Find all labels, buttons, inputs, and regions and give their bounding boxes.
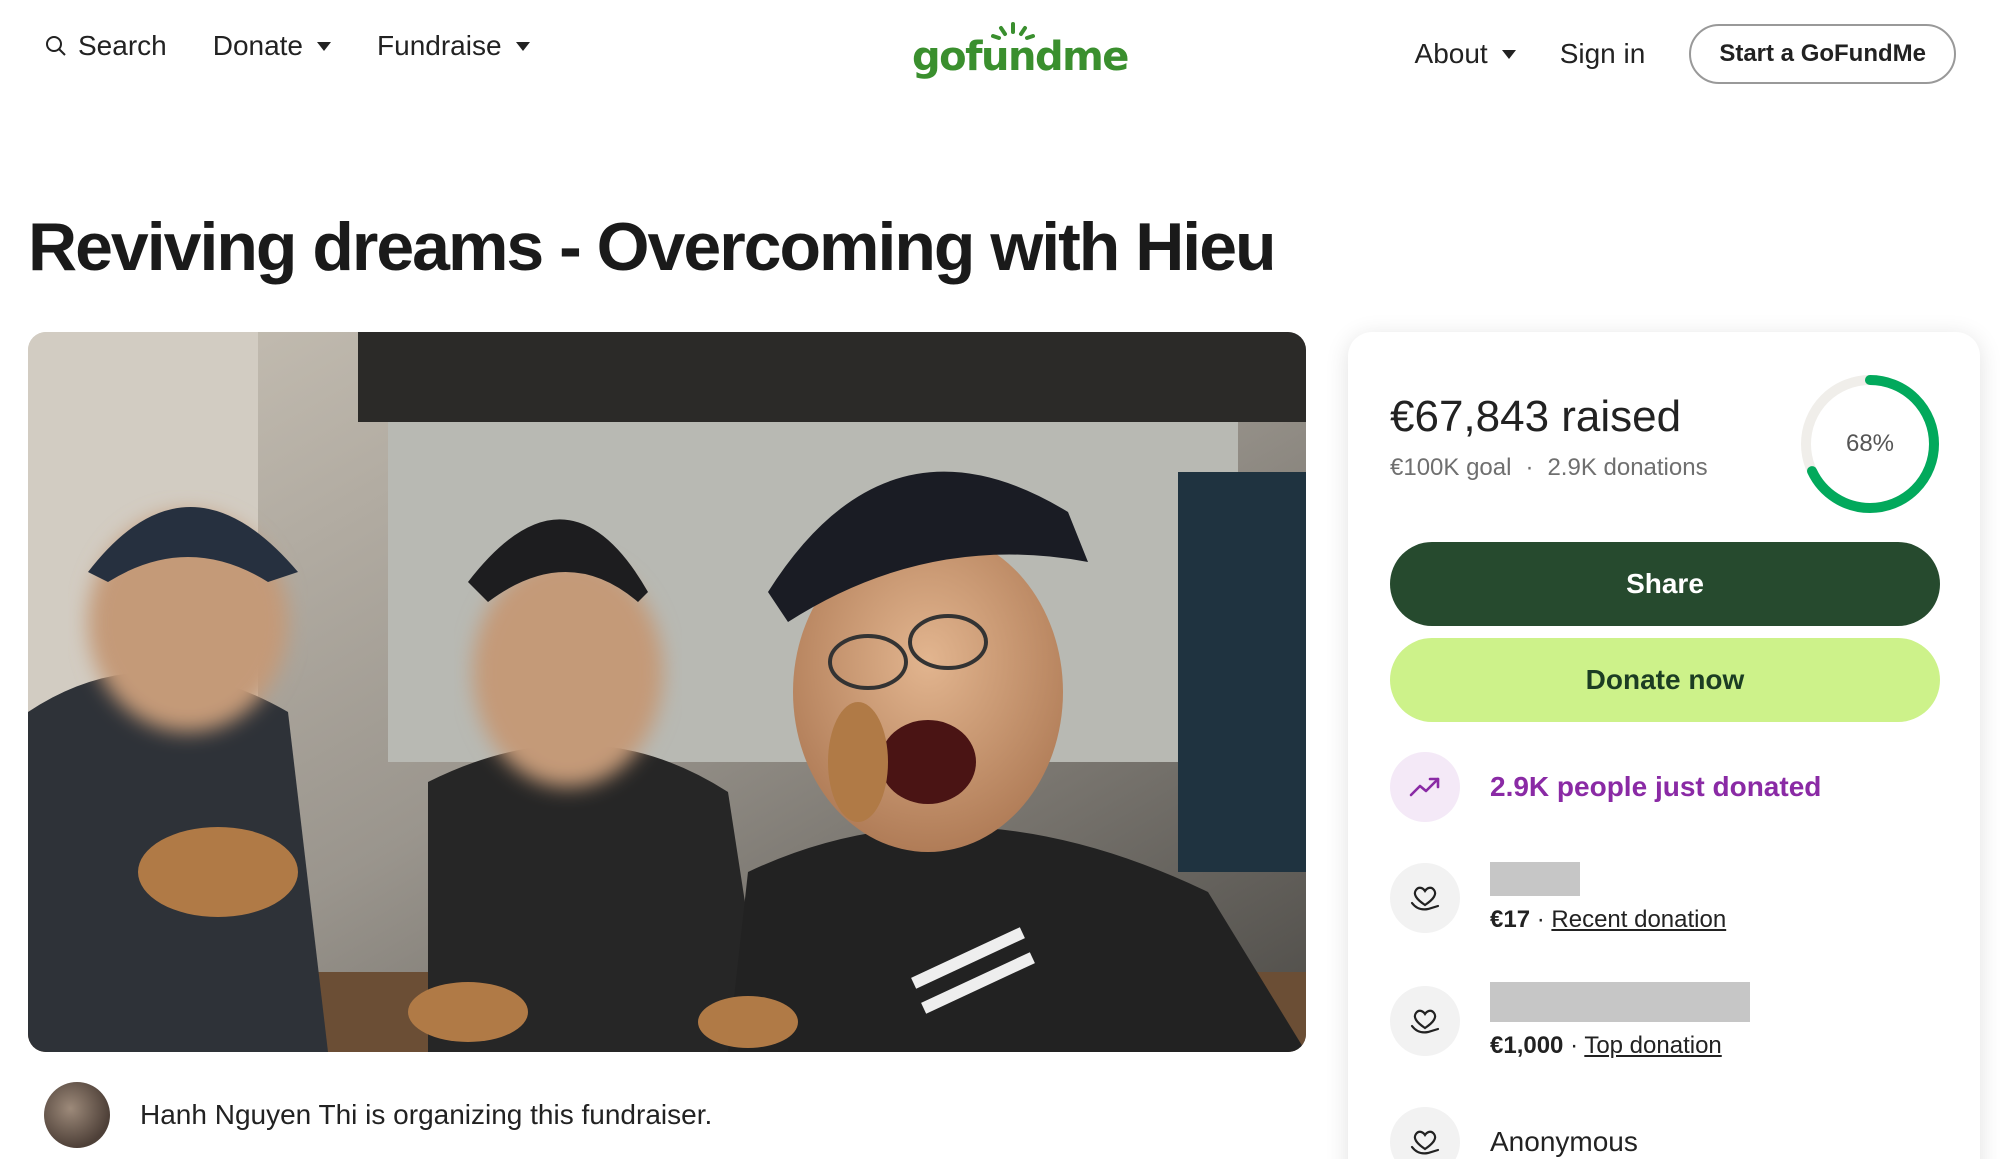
heart-hand-glyph	[1410, 886, 1440, 911]
donation-item: €17 · Recent donation	[1390, 862, 1726, 934]
search-button[interactable]: Search	[44, 30, 167, 62]
about-menu-label: About	[1414, 38, 1488, 69]
caret-down-icon	[1501, 49, 1516, 59]
nav-left: Search Donate Fundraise	[44, 30, 530, 62]
donation-separator: ·	[1570, 1032, 1579, 1059]
search-icon	[46, 36, 66, 56]
donation-item: Anonymous	[1390, 1107, 1638, 1159]
donation-separator: ·	[1536, 906, 1545, 933]
donate-menu[interactable]: Donate	[212, 30, 332, 62]
share-button[interactable]: Share	[1390, 542, 1940, 626]
donation-amount: €1,000	[1490, 1032, 1564, 1059]
hero-photo	[28, 332, 1306, 1052]
heart-hand-icon	[1390, 863, 1460, 933]
heart-hand-icon	[1390, 1107, 1460, 1159]
heart-hand-icon	[1390, 986, 1460, 1056]
goal-summary: €100K goal · 2.9K donations	[1390, 454, 1708, 482]
goal-separator: ·	[1525, 454, 1534, 481]
about-menu[interactable]: About	[1415, 38, 1516, 70]
donation-line: €17 · Recent donation	[1490, 906, 1726, 934]
donation-details: Anonymous	[1490, 1126, 1638, 1158]
search-label: Search	[78, 30, 167, 61]
caret-down-icon	[317, 41, 332, 51]
donor-name: Anonymous	[1490, 1126, 1638, 1157]
trending-up-glyph	[1409, 777, 1440, 797]
gofundme-logo[interactable]: gofundme	[912, 20, 1129, 86]
raised-amount: €67,843 raised	[1390, 392, 1682, 441]
organizer-row[interactable]: Hanh Nguyen Thi is organizing this fundr…	[44, 1082, 712, 1148]
trending-up-icon	[1390, 752, 1460, 822]
start-gofundme-button[interactable]: Start a GoFundMe	[1689, 24, 1956, 84]
donation-item: €1,000 · Top donation	[1390, 982, 1750, 1060]
caret-down-icon	[515, 41, 530, 51]
campaign-hero-image[interactable]	[28, 332, 1306, 1052]
goal-amount: €100K goal	[1390, 454, 1512, 481]
heart-hand-glyph	[1410, 1130, 1440, 1155]
fundraise-menu[interactable]: Fundraise	[377, 30, 530, 62]
heart-hand-glyph	[1410, 1009, 1440, 1034]
signin-label: Sign in	[1559, 38, 1646, 69]
top-donation-link[interactable]: Top donation	[1584, 1032, 1721, 1059]
fundraise-menu-label: Fundraise	[377, 30, 502, 61]
donation-trend-row: 2.9K people just donated	[1390, 752, 1821, 822]
donation-details: €17 · Recent donation	[1490, 862, 1726, 934]
organizer-avatar	[44, 1082, 110, 1148]
donation-details: €1,000 · Top donation	[1490, 982, 1750, 1060]
donate-menu-label: Donate	[212, 30, 304, 61]
donate-now-button[interactable]: Donate now	[1390, 638, 1940, 722]
donation-line: €1,000 · Top donation	[1490, 1032, 1750, 1060]
progress-percent: 68%	[1845, 430, 1895, 457]
donation-count: 2.9K donations	[1547, 454, 1708, 481]
trend-text: 2.9K people just donated	[1490, 771, 1822, 802]
redacted-donor-name	[1490, 982, 1750, 1022]
campaign-title: Reviving dreams - Overcoming with Hieu	[28, 209, 1277, 285]
donation-amount: €17	[1490, 906, 1531, 933]
recent-donation-link[interactable]: Recent donation	[1551, 906, 1726, 933]
nav-right: About Sign in Start a GoFundMe	[1415, 24, 1956, 84]
donation-card: €67,843 raised €100K goal · 2.9K donatio…	[1348, 332, 1980, 1159]
signin-link[interactable]: Sign in	[1560, 38, 1646, 70]
redacted-donor-name	[1490, 862, 1580, 896]
organizer-text: Hanh Nguyen Thi is organizing this fundr…	[140, 1099, 713, 1130]
site-header: Search Donate Fundraise gofundme About S…	[0, 0, 2000, 106]
logo-text: gofundme	[912, 34, 1129, 80]
